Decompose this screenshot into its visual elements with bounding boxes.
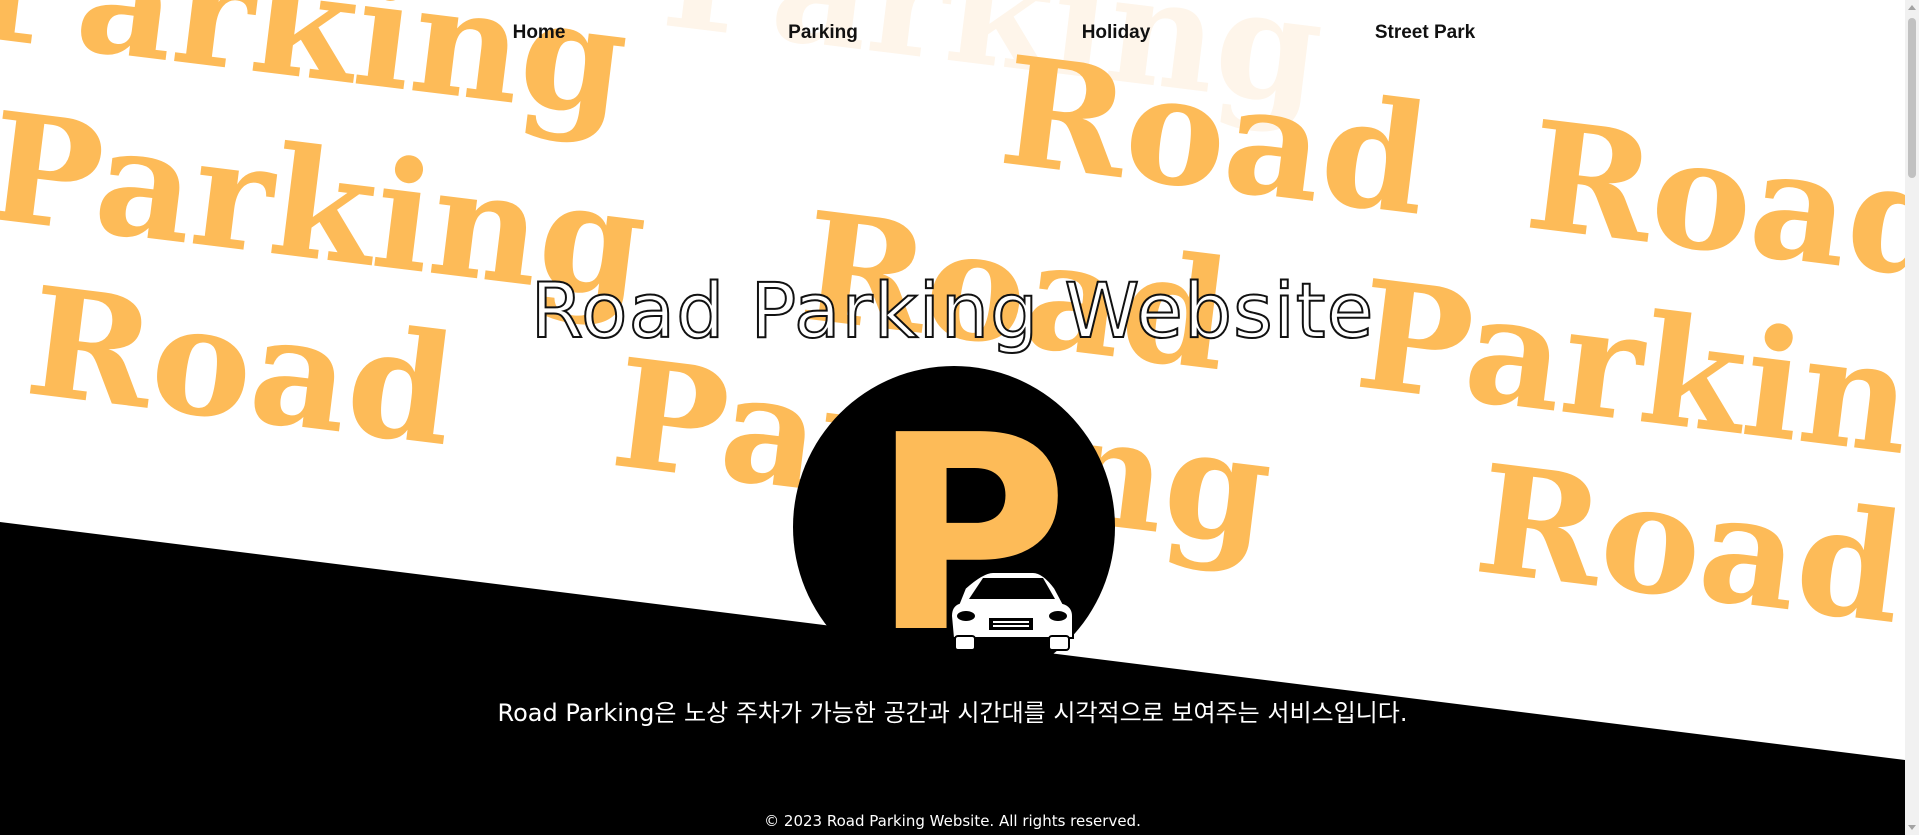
service-description: Road Parking은 노상 주차가 가능한 공간과 시간대를 시각적으로 … <box>497 699 1408 727</box>
page-title: Road Parking Website <box>530 265 1375 356</box>
footer-copyright: © 2023 Road Parking Website. All rights … <box>764 812 1141 830</box>
nav-link-home[interactable]: Home <box>513 22 566 44</box>
nav-link-holiday[interactable]: Holiday <box>1082 22 1151 44</box>
nav-link-parking[interactable]: Parking <box>788 22 858 44</box>
scrollbar-thumb[interactable] <box>1908 18 1916 178</box>
scroll-down-arrow-icon[interactable] <box>1908 825 1916 830</box>
parking-logo: P <box>793 366 1115 656</box>
nav-link-street-park[interactable]: Street Park <box>1375 22 1475 44</box>
main-nav: Home Parking Holiday Street Park <box>0 0 1905 68</box>
scroll-up-arrow-icon[interactable] <box>1908 5 1916 10</box>
vertical-scrollbar[interactable] <box>1905 0 1919 835</box>
